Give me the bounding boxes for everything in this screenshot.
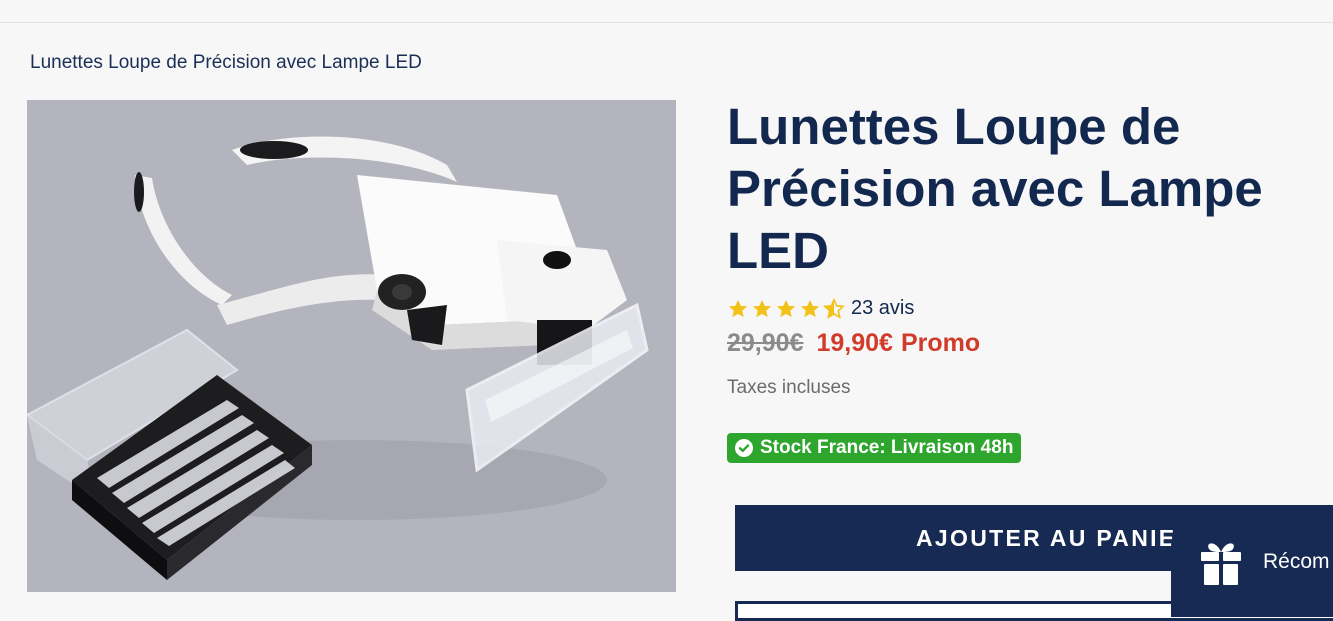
product-image[interactable] — [27, 100, 676, 592]
compare-at-price: 29,90€ — [727, 329, 804, 357]
product-rating[interactable]: 23 avis — [727, 297, 914, 320]
check-circle-icon — [735, 439, 753, 457]
price-block: 29,90€ 19,90€ Promo — [727, 329, 980, 358]
stock-badge: Stock France: Livraison 48h — [727, 433, 1022, 463]
star-full-icon — [776, 299, 796, 317]
rating-stars — [727, 297, 845, 320]
breadcrumb[interactable]: Lunettes Loupe de Précision avec Lampe L… — [30, 52, 422, 74]
stock-badge-label: Stock France: Livraison 48h — [760, 437, 1014, 458]
star-full-icon — [800, 299, 820, 317]
product-title: Lunettes Loupe de Précision avec Lampe L… — [727, 98, 1263, 279]
promo-label: Promo — [900, 329, 981, 357]
star-half-icon — [823, 297, 845, 319]
review-count[interactable]: 23 avis — [851, 297, 914, 320]
star-full-icon — [752, 299, 772, 317]
sale-price: 19,90€ — [816, 329, 893, 357]
tax-note: Taxes incluses — [727, 377, 851, 398]
gift-icon — [1201, 543, 1241, 585]
header-divider — [0, 22, 1333, 23]
rewards-widget[interactable]: Récom — [1171, 517, 1333, 617]
rewards-label: Récom — [1263, 550, 1330, 573]
star-full-icon — [728, 299, 748, 317]
